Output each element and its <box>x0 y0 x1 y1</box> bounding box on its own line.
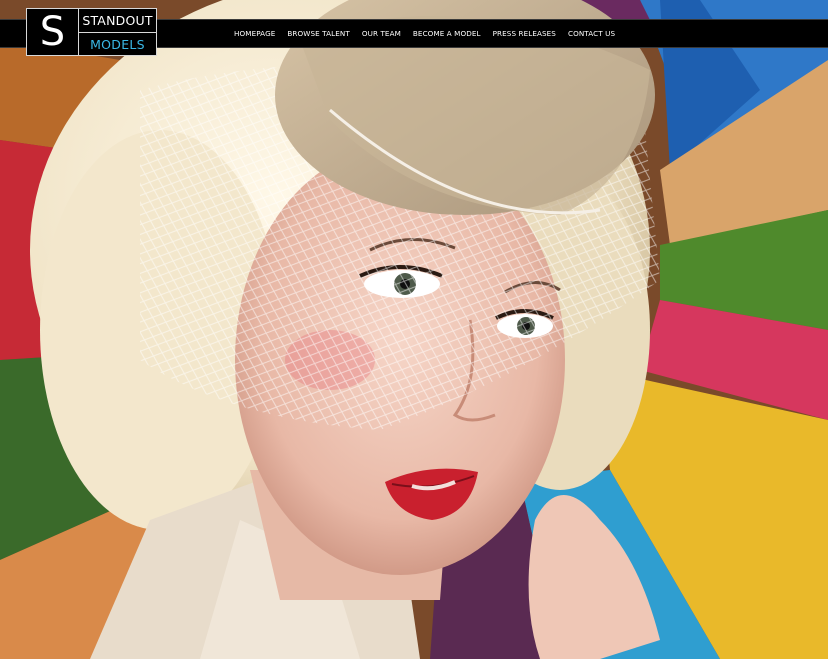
page: S STANDOUT MODELS HOMEPAGE BROWSE TALENT… <box>0 0 828 659</box>
logo-mark: S <box>27 9 79 55</box>
nav-item-contact-us[interactable]: CONTACT US <box>562 29 621 38</box>
nav-item-our-team[interactable]: OUR TEAM <box>356 29 407 38</box>
nav-item-homepage[interactable]: HOMEPAGE <box>228 29 281 38</box>
logo-line-standout: STANDOUT <box>79 9 156 33</box>
nav-item-browse-talent[interactable]: BROWSE TALENT <box>281 29 355 38</box>
logo-line-models: MODELS <box>90 36 145 52</box>
site-logo[interactable]: S STANDOUT MODELS <box>26 8 157 56</box>
main-nav: HOMEPAGE BROWSE TALENT OUR TEAM BECOME A… <box>228 19 621 48</box>
nav-item-become-a-model[interactable]: BECOME A MODEL <box>407 29 487 38</box>
logo-wordmark: STANDOUT MODELS <box>79 9 156 55</box>
hero-photo <box>0 0 828 659</box>
nav-item-press-releases[interactable]: PRESS RELEASES <box>487 29 562 38</box>
